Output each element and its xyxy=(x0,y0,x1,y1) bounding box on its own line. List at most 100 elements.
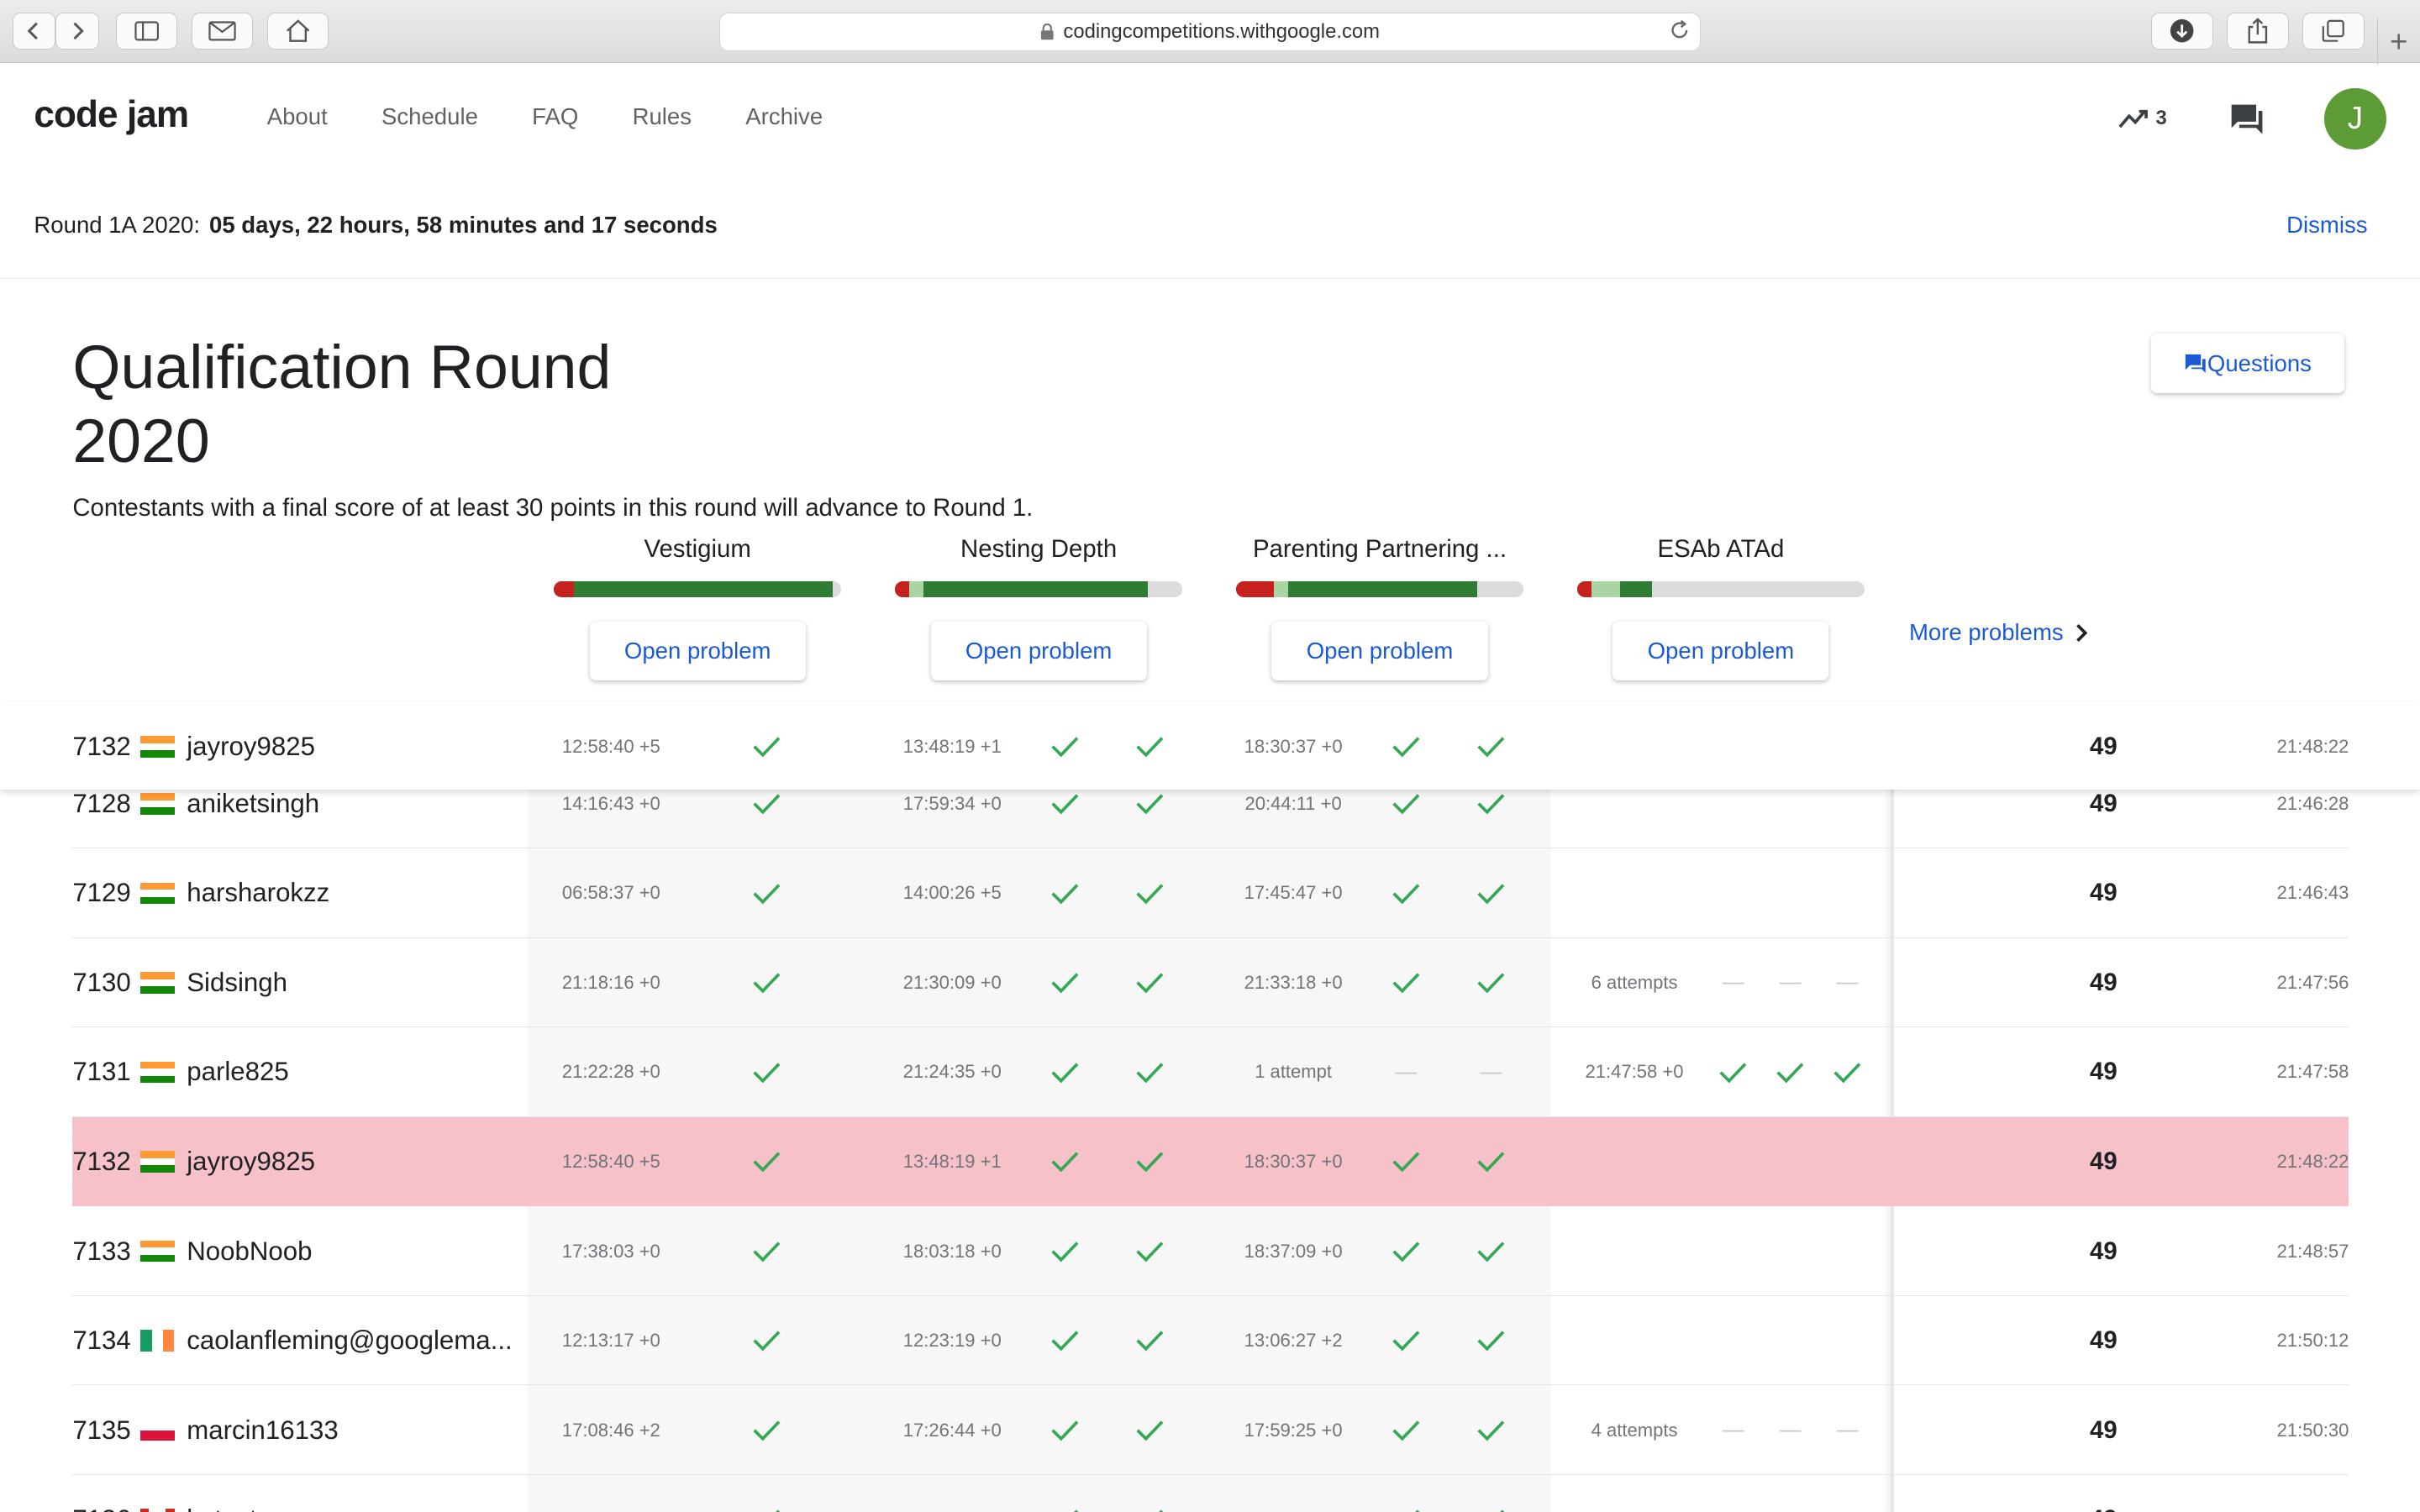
check-icon xyxy=(1472,1296,1509,1386)
mail-button[interactable] xyxy=(191,12,254,50)
share-button[interactable] xyxy=(2227,12,2289,50)
trending-up-icon xyxy=(2118,109,2149,128)
back-button[interactable] xyxy=(12,12,56,50)
address-bar[interactable]: codingcompetitions.withgoogle.com xyxy=(718,12,1702,51)
flag-icon xyxy=(140,736,175,758)
home-icon xyxy=(286,19,310,42)
plus-icon: + xyxy=(2390,24,2408,59)
rank-trend-button[interactable]: 3 xyxy=(2118,107,2167,130)
open-problem-button[interactable]: Open problem xyxy=(589,622,806,680)
sidebar-button[interactable] xyxy=(115,12,178,50)
check-icon xyxy=(1387,702,1424,792)
problem-header-1: Vestigium Open problem xyxy=(554,533,841,680)
check-icon xyxy=(1131,1385,1168,1475)
solve-time-cell: 06:58:37 +0 xyxy=(561,882,660,904)
flag-icon xyxy=(140,972,175,994)
dash-icon: — xyxy=(1779,1418,1802,1442)
title-line-2: 2020 xyxy=(72,406,210,476)
check-icon xyxy=(1046,702,1083,792)
site-header: code jam About Schedule FAQ Rules Archiv… xyxy=(0,63,2420,174)
check-icon xyxy=(1715,1027,1752,1117)
table-row[interactable]: 7133 NoobNoob 17:38:03 +0 18:03:18 +0 18:37:… xyxy=(72,1206,2349,1296)
open-problem-button[interactable]: Open problem xyxy=(1612,622,1829,680)
nav-rules[interactable]: Rules xyxy=(633,103,692,130)
open-problem-button[interactable]: Open problem xyxy=(1271,622,1488,680)
table-row[interactable]: 7136 kutest 49 xyxy=(72,1475,2349,1512)
code-jam-logo[interactable]: code jam xyxy=(34,94,189,136)
check-icon xyxy=(1046,1385,1083,1475)
problem-name: Nesting Depth xyxy=(960,534,1118,563)
tabs-button[interactable] xyxy=(2302,12,2365,50)
progress-light xyxy=(1591,581,1621,597)
chevron-right-icon xyxy=(2075,623,2088,642)
downloads-button[interactable] xyxy=(2151,12,2213,50)
solve-time-cell: 17:45:47 +0 xyxy=(1244,882,1343,904)
check-icon xyxy=(1131,938,1168,1028)
problem-name: ESAb ATAd xyxy=(1657,534,1785,563)
check-icon xyxy=(1387,848,1424,938)
table-row[interactable]: 7132 jayroy9825 12:58:40 +5 13:48:19 +1 18:3… xyxy=(72,1116,2349,1207)
nav-about[interactable]: About xyxy=(267,103,328,130)
solve-time-cell: 21:33:18 +0 xyxy=(1244,971,1343,993)
check-icon xyxy=(749,1117,786,1207)
flag-icon xyxy=(140,882,175,905)
check-icon xyxy=(1046,1117,1083,1207)
attempts-cell: 6 attempts xyxy=(1591,971,1678,993)
dash-icon: — xyxy=(1722,1418,1744,1442)
chevron-right-icon xyxy=(73,22,84,39)
more-problems-link[interactable]: More problems xyxy=(1909,619,2094,647)
table-row[interactable]: 7129 harsharokzz 06:58:37 +0 14:00:26 +5 17:… xyxy=(72,848,2349,938)
forward-button[interactable] xyxy=(55,12,99,50)
chat-icon[interactable] xyxy=(2228,102,2265,135)
attempts-cell: 4 attempts xyxy=(1591,1419,1678,1441)
table-row[interactable]: 7131 parle825 21:22:28 +0 21:24:35 +0 1 atte… xyxy=(72,1027,2349,1117)
new-tab-button[interactable]: + xyxy=(2376,18,2420,66)
score-cell: 49 xyxy=(2090,1147,2118,1176)
solve-time-cell: 18:37:09 +0 xyxy=(1244,1240,1343,1262)
page-title: Qualification Round 2020 xyxy=(72,330,720,478)
check-icon xyxy=(1387,1117,1424,1207)
flag-icon xyxy=(140,1509,175,1512)
solve-time-cell xyxy=(526,1475,696,1512)
solve-time-cell: 12:58:40 +5 xyxy=(561,1151,660,1173)
more-problems-label: More problems xyxy=(1908,619,2064,646)
nav-faq[interactable]: FAQ xyxy=(532,103,578,130)
dash-icon: — xyxy=(1480,1059,1502,1084)
solve-time-cell: 17:38:03 +0 xyxy=(561,1240,660,1262)
problem-name: Parenting Partnering ... xyxy=(1252,534,1507,563)
check-icon xyxy=(1472,702,1509,792)
my-rank-row[interactable]: 7132 jayroy9825 12:58:40 +5 13:48:19 +1 18:3… xyxy=(72,702,2349,792)
main-nav: About Schedule FAQ Rules Archive xyxy=(267,103,877,130)
solve-time-cell: 18:03:18 +0 xyxy=(902,1240,1002,1262)
check-icon xyxy=(1046,938,1083,1028)
problem-header-3: Parenting Partnering ... Open problem xyxy=(1236,533,1523,680)
title-line-1: Qualification Round xyxy=(72,332,612,402)
reload-icon[interactable] xyxy=(1669,19,1691,41)
table-row[interactable]: 7134 caolanfleming@googlema... 12:13:17 +0… xyxy=(72,1296,2349,1386)
open-problem-button[interactable]: Open problem xyxy=(930,622,1147,680)
nav-archive[interactable]: Archive xyxy=(745,103,823,130)
progress-red xyxy=(1577,581,1592,597)
avatar[interactable]: J xyxy=(2324,87,2386,150)
table-row[interactable]: 7135 marcin16133 17:08:46 +2 17:26:44 +0 17:… xyxy=(72,1385,2349,1475)
table-row[interactable]: 7130 Sidsingh 21:18:16 +0 21:30:09 +0 21:33:… xyxy=(72,938,2349,1028)
solve-time-cell: 13:48:19 +1 xyxy=(902,735,1002,757)
nav-schedule[interactable]: Schedule xyxy=(381,103,478,130)
questions-button[interactable]: Questions xyxy=(2151,333,2344,394)
problem-progress-bar xyxy=(554,581,841,597)
check-icon xyxy=(749,1475,786,1512)
check-icon xyxy=(1472,938,1509,1028)
flag-icon xyxy=(140,793,175,815)
rank-cell: 7131 xyxy=(72,1057,131,1087)
rank-cell: 7135 xyxy=(72,1415,131,1445)
flag-icon xyxy=(140,1240,175,1263)
problem-header-2: Nesting Depth Open problem xyxy=(895,533,1182,680)
penalty-time-cell: 21:50:30 xyxy=(2276,1419,2349,1441)
solve-time-cell: 18:30:37 +0 xyxy=(1244,1151,1343,1173)
solve-time-cell: 21:47:58 +0 xyxy=(1585,1061,1684,1083)
check-icon xyxy=(1131,1027,1168,1117)
dismiss-link[interactable]: Dismiss xyxy=(2286,212,2367,239)
rank-cell: 7133 xyxy=(72,1236,131,1266)
home-button[interactable] xyxy=(266,12,329,50)
username-cell: marcin16133 xyxy=(187,1415,339,1445)
